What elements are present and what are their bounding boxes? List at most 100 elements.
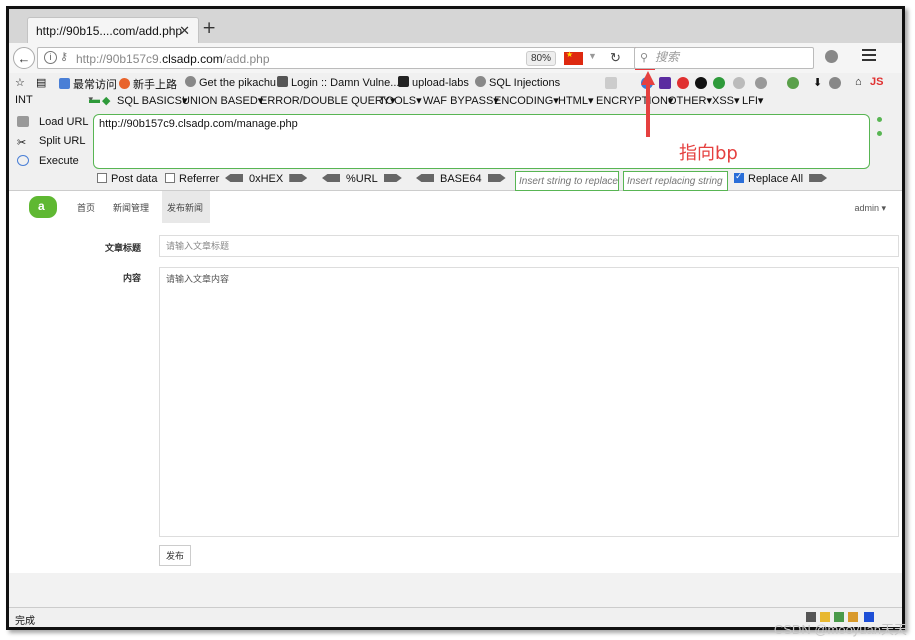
addon-icon[interactable] (825, 50, 838, 63)
bookmark-frequent[interactable]: 最常访问 (59, 76, 117, 92)
js-icon[interactable]: JS (870, 76, 883, 88)
content-label: 内容 (123, 273, 142, 283)
browser-window: http://90b15....com/add.php ✕ + ← i ⚷ ht… (6, 6, 905, 630)
arrow-right-icon (809, 174, 828, 182)
user-menu[interactable]: admin ▾ (854, 203, 886, 214)
new-tab-button[interactable]: + (202, 18, 216, 38)
chevron-down-icon[interactable]: ▼ (588, 51, 597, 61)
content-textarea[interactable] (159, 267, 899, 537)
eye-icon[interactable] (755, 77, 767, 89)
menu-waf-bypass[interactable]: WAF BYPASS▾ (423, 94, 499, 107)
menu-union-based[interactable]: UNION BASED▾ (182, 94, 263, 107)
minus-icon[interactable]: ▬ (89, 94, 100, 106)
browser-tab[interactable]: http://90b15....com/add.php ✕ (27, 17, 199, 43)
menu-html[interactable]: HTML▾ (558, 94, 593, 107)
globe-icon (475, 76, 486, 87)
load-icon (17, 116, 29, 127)
back-arrow-icon: ← (17, 50, 31, 66)
info-icon[interactable]: i (44, 51, 57, 64)
page-icon[interactable] (605, 77, 617, 89)
arrow-left-icon (322, 174, 340, 182)
arrow-left-icon (416, 174, 434, 182)
url-encode-button[interactable]: %URL (322, 173, 402, 185)
nav-publish-news[interactable]: 发布新闻 (167, 201, 203, 214)
zoom-indicator[interactable]: 80% (526, 51, 556, 66)
arrow-right-icon (487, 174, 506, 182)
menu-sql-basics[interactable]: SQL BASICS▾ (117, 94, 188, 107)
collapse-icon[interactable] (877, 131, 882, 136)
url-bar[interactable]: i ⚷ http://90b157c9.clsadp.com/add.php 8… (37, 47, 655, 70)
hackbar-menu: INT ▾ ▬ ◆ SQL BASICS▾ UNION BASED▾ ERROR/… (9, 93, 902, 109)
search-bar[interactable]: ⚲ (634, 47, 814, 69)
publish-form: 文章标题 内容 发布 (9, 223, 902, 573)
url-domain: clsadp.com (162, 52, 223, 66)
menu-other[interactable]: OTHER▾ (668, 94, 712, 107)
menu-encoding[interactable]: ENCODING▾ (494, 94, 559, 107)
extension-icon[interactable] (713, 77, 725, 89)
int-select[interactable]: INT ▾ (15, 94, 93, 106)
download-icon[interactable]: ⬇ (813, 76, 822, 89)
shield-icon[interactable] (695, 77, 707, 89)
base64-button[interactable]: BASE64 (416, 173, 506, 185)
post-data-checkbox[interactable]: Post data (97, 173, 157, 185)
back-button[interactable]: ← (13, 47, 35, 69)
execute-icon (17, 155, 29, 166)
bookmark-upload-labs[interactable]: upload-labs (398, 76, 469, 89)
bookmark-folder-icon (59, 78, 70, 89)
dvwa-icon (277, 76, 288, 87)
referrer-checkbox[interactable]: Referrer (165, 173, 219, 185)
menu-encryption[interactable]: ENCRYPTION▾ (596, 94, 673, 107)
expand-icon[interactable] (877, 117, 882, 122)
execute-button[interactable]: Execute (17, 155, 79, 167)
tab-title: http://90b15....com/add.php (36, 23, 183, 38)
split-url-button[interactable]: ✂ Split URL (17, 135, 85, 149)
home-icon[interactable]: ⌂ (855, 76, 862, 88)
hackbar-panel: Load URL ✂ Split URL Execute http://90b15… (9, 109, 902, 191)
bookmarks-toolbar: ☆ ▤ 最常访问 新手上路 Get the pikachu Login :: D… (9, 73, 902, 93)
bookmark-pikachu[interactable]: Get the pikachu (185, 76, 276, 89)
menu-xss[interactable]: XSS▾ (712, 94, 740, 107)
hackbar-url-input[interactable]: http://90b157c9.clsadp.com/manage.php (93, 114, 870, 169)
bookmark-getting-started[interactable]: 新手上路 (119, 76, 177, 92)
site-logo[interactable] (29, 196, 57, 218)
extension-icon[interactable] (787, 77, 799, 89)
magnifier-icon[interactable] (733, 77, 745, 89)
site-nav: 首页 新闻管理 发布新闻 admin ▾ (9, 191, 902, 223)
replacing-string-input[interactable] (623, 171, 728, 191)
arrow-right-icon (383, 174, 402, 182)
bookmark-dvwa[interactable]: Login :: Damn Vulne... (277, 76, 399, 89)
load-url-button[interactable]: Load URL (17, 116, 89, 128)
library-icon[interactable]: ▤ (36, 76, 46, 89)
arrow-left-icon (225, 174, 243, 182)
extension-icon[interactable] (829, 77, 841, 89)
tab-strip: http://90b15....com/add.php ✕ + (9, 9, 902, 43)
china-flag-icon[interactable] (564, 50, 583, 65)
publish-button[interactable]: 发布 (159, 545, 191, 566)
hamburger-menu-icon[interactable] (862, 49, 876, 61)
replace-all-checkbox[interactable]: Replace All (734, 171, 828, 185)
web-page: 首页 新闻管理 发布新闻 admin ▾ 文章标题 内容 发布 (9, 191, 902, 607)
globe-icon (185, 76, 196, 87)
search-icon: ⚲ (640, 52, 649, 64)
close-tab-icon[interactable]: ✕ (179, 23, 190, 39)
star-icon[interactable]: ☆ (15, 76, 25, 89)
plus-icon[interactable]: ◆ (102, 94, 110, 107)
nav-news-manage[interactable]: 新闻管理 (113, 201, 149, 214)
watermark: CSDN @mooyuan天天 (773, 622, 907, 637)
extension-icon[interactable] (659, 77, 671, 89)
bookmark-sql-injections[interactable]: SQL Injections (475, 76, 560, 89)
key-icon: ⚷ (60, 51, 69, 63)
insert-string-input[interactable] (515, 171, 619, 191)
folder-icon (398, 76, 409, 87)
hex-button[interactable]: 0xHEX (225, 173, 308, 185)
menu-error-double-query[interactable]: ERROR/DOUBLE QUERY▾ (260, 94, 396, 107)
url-text[interactable]: http://90b157c9.clsadp.com/add.php (76, 52, 270, 66)
title-input[interactable] (159, 235, 899, 257)
reload-icon[interactable]: ↻ (610, 50, 621, 66)
search-input[interactable] (655, 50, 805, 64)
adblock-icon[interactable] (677, 77, 689, 89)
url-prefix: http://90b157c9. (76, 52, 163, 66)
menu-tools[interactable]: TOOLS▾ (379, 94, 422, 107)
nav-home[interactable]: 首页 (77, 201, 95, 214)
menu-lfi[interactable]: LFI▾ (742, 94, 763, 107)
